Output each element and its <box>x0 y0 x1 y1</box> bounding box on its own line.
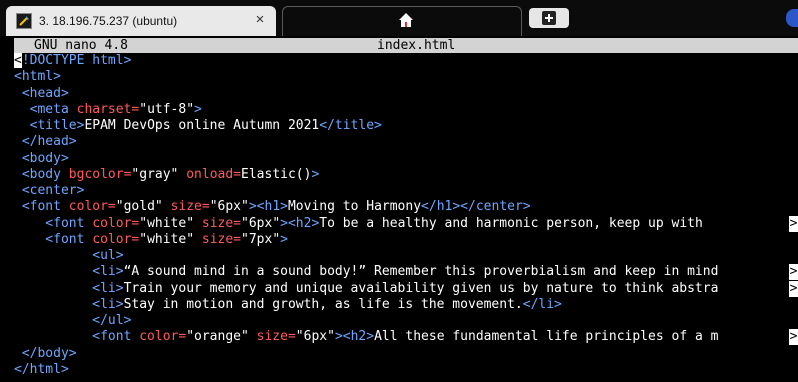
code-token: color= <box>92 231 140 247</box>
code-line: <li>Stay in motion and growth, as life i… <box>14 297 798 313</box>
code-token: <li> <box>14 296 124 312</box>
line-overflow-marker: > <box>789 215 798 232</box>
line-overflow-marker: > <box>789 264 798 281</box>
code-token: size= <box>201 215 242 231</box>
code-line: <font color="white" size="7px"> <box>14 232 798 248</box>
code-token: color= <box>92 215 140 231</box>
tab-home[interactable] <box>282 6 522 36</box>
code-line: </body> <box>14 346 798 362</box>
code-token: All these fundamental life principles of… <box>374 329 719 345</box>
terminal-icon <box>16 13 32 29</box>
line-overflow-marker: > <box>789 329 798 346</box>
code-token: > <box>311 166 320 182</box>
code-line: <title>EPAM DevOps online Autumn 2021</t… <box>14 118 798 134</box>
code-token: "7px" <box>241 231 281 247</box>
code-line: </head> <box>14 134 798 150</box>
app-edge-icon <box>786 9 798 27</box>
code-token: size= <box>170 199 210 215</box>
code-token: </title> <box>319 118 382 133</box>
code-token: EPAM DevOps online Autumn 2021 <box>84 118 320 133</box>
code-token: </body> <box>14 345 77 361</box>
code-token: Stay in motion and growth, as life is th… <box>123 296 523 312</box>
code-token: <li> <box>14 264 124 280</box>
code-token: ><h2> <box>280 215 320 231</box>
code-token: <meta <box>14 101 77 117</box>
code-token: size= <box>201 231 242 247</box>
code-token: ><h1> <box>248 199 288 215</box>
code-token: Moving to Harmony <box>287 199 422 215</box>
text-cursor: < <box>14 53 22 68</box>
code-token: > <box>280 231 288 247</box>
code-token: "utf-8" <box>139 101 195 117</box>
code-token: <body <box>14 166 69 182</box>
code-token: "6px" <box>295 329 335 345</box>
code-token: <head> <box>14 85 69 101</box>
code-line: <font color="white" size="6px"><h2>To be… <box>14 215 798 232</box>
code-token: onload= <box>186 166 242 182</box>
code-token: > <box>194 101 202 117</box>
code-token: “A sound mind in a sound body!” Remember… <box>123 264 719 280</box>
code-token: <html> <box>14 69 61 85</box>
code-token: <font <box>14 231 93 247</box>
code-token: <font <box>14 199 69 215</box>
code-line: <li>“A sound mind in a sound body!” Reme… <box>14 264 798 281</box>
code-line: <body> <box>14 151 798 167</box>
code-line: <body bgcolor="gray" onload=Elastic()> <box>14 167 798 183</box>
code-token: Elastic() <box>241 166 312 182</box>
nano-version: GNU nano 4.8 <box>34 38 128 53</box>
tab-ssh-session[interactable]: 3. 18.196.75.237 (ubuntu) × <box>6 6 276 36</box>
new-tab-button[interactable] <box>529 8 569 28</box>
code-token: <font <box>14 329 140 345</box>
code-token: size= <box>256 329 296 345</box>
code-token: </li> <box>522 296 562 312</box>
code-line: </html> <box>14 362 798 378</box>
code-token: </head> <box>14 134 77 150</box>
code-token: "white" <box>139 215 202 231</box>
code-token: "gold" <box>115 199 171 215</box>
code-line: <ul> <box>14 248 798 264</box>
code-line: <meta charset="utf-8"> <box>14 102 798 118</box>
code-token: "white" <box>139 231 202 247</box>
code-token: </ul> <box>14 313 132 328</box>
code-line: <font color="gold" size="6px"><h1>Moving… <box>14 199 798 215</box>
code-line: <head> <box>14 86 798 102</box>
close-icon[interactable]: × <box>252 12 268 28</box>
code-token: <font <box>14 215 93 231</box>
tab-title: 3. 18.196.75.237 (ubuntu) <box>39 14 178 28</box>
terminal-window[interactable]: GNU nano 4.8 index.html <!DOCTYPE html> <… <box>14 36 798 382</box>
code-line: <font color="orange" size="6px"><h2>All … <box>14 329 798 346</box>
code-token: "gray" <box>131 166 187 182</box>
code-line: <!DOCTYPE html> <box>14 53 798 69</box>
code-line: <html> <box>14 69 798 85</box>
code-token: "6px" <box>209 199 249 215</box>
code-token: </html> <box>14 361 69 377</box>
home-icon <box>399 13 413 27</box>
code-token: Train your memory and unique availabilit… <box>123 280 719 296</box>
code-token: ><h2> <box>334 329 375 345</box>
code-token: "orange" <box>186 329 257 345</box>
code-line: <center> <box>14 183 798 199</box>
code-token: <center> <box>14 183 85 198</box>
code-line: </ul> <box>14 313 798 329</box>
code-token: <li> <box>14 280 124 296</box>
code-token: bgcolor= <box>68 166 132 182</box>
code-token: charset= <box>76 101 140 117</box>
code-token: color= <box>139 329 187 345</box>
code-token: <body> <box>14 150 69 166</box>
code-token: </h1></center> <box>421 199 531 215</box>
nano-title-bar: GNU nano 4.8 index.html <box>14 38 798 53</box>
code-token: "6px" <box>241 215 281 231</box>
code-token: !DOCTYPE html> <box>21 53 132 68</box>
code-token: <title> <box>14 118 85 133</box>
code-token: color= <box>68 199 116 215</box>
tab-strip: 3. 18.196.75.237 (ubuntu) × <box>0 0 798 36</box>
code-line: <li>Train your memory and unique availab… <box>14 280 798 297</box>
line-overflow-marker: > <box>789 280 798 297</box>
plus-icon <box>542 11 556 25</box>
nano-filename: index.html <box>377 38 456 53</box>
editor-buffer[interactable]: <!DOCTYPE html> <html> <head> <meta chars… <box>14 53 798 378</box>
code-token: To be a healthy and harmonic person, kee… <box>319 215 703 231</box>
code-token: <ul> <box>14 248 124 263</box>
